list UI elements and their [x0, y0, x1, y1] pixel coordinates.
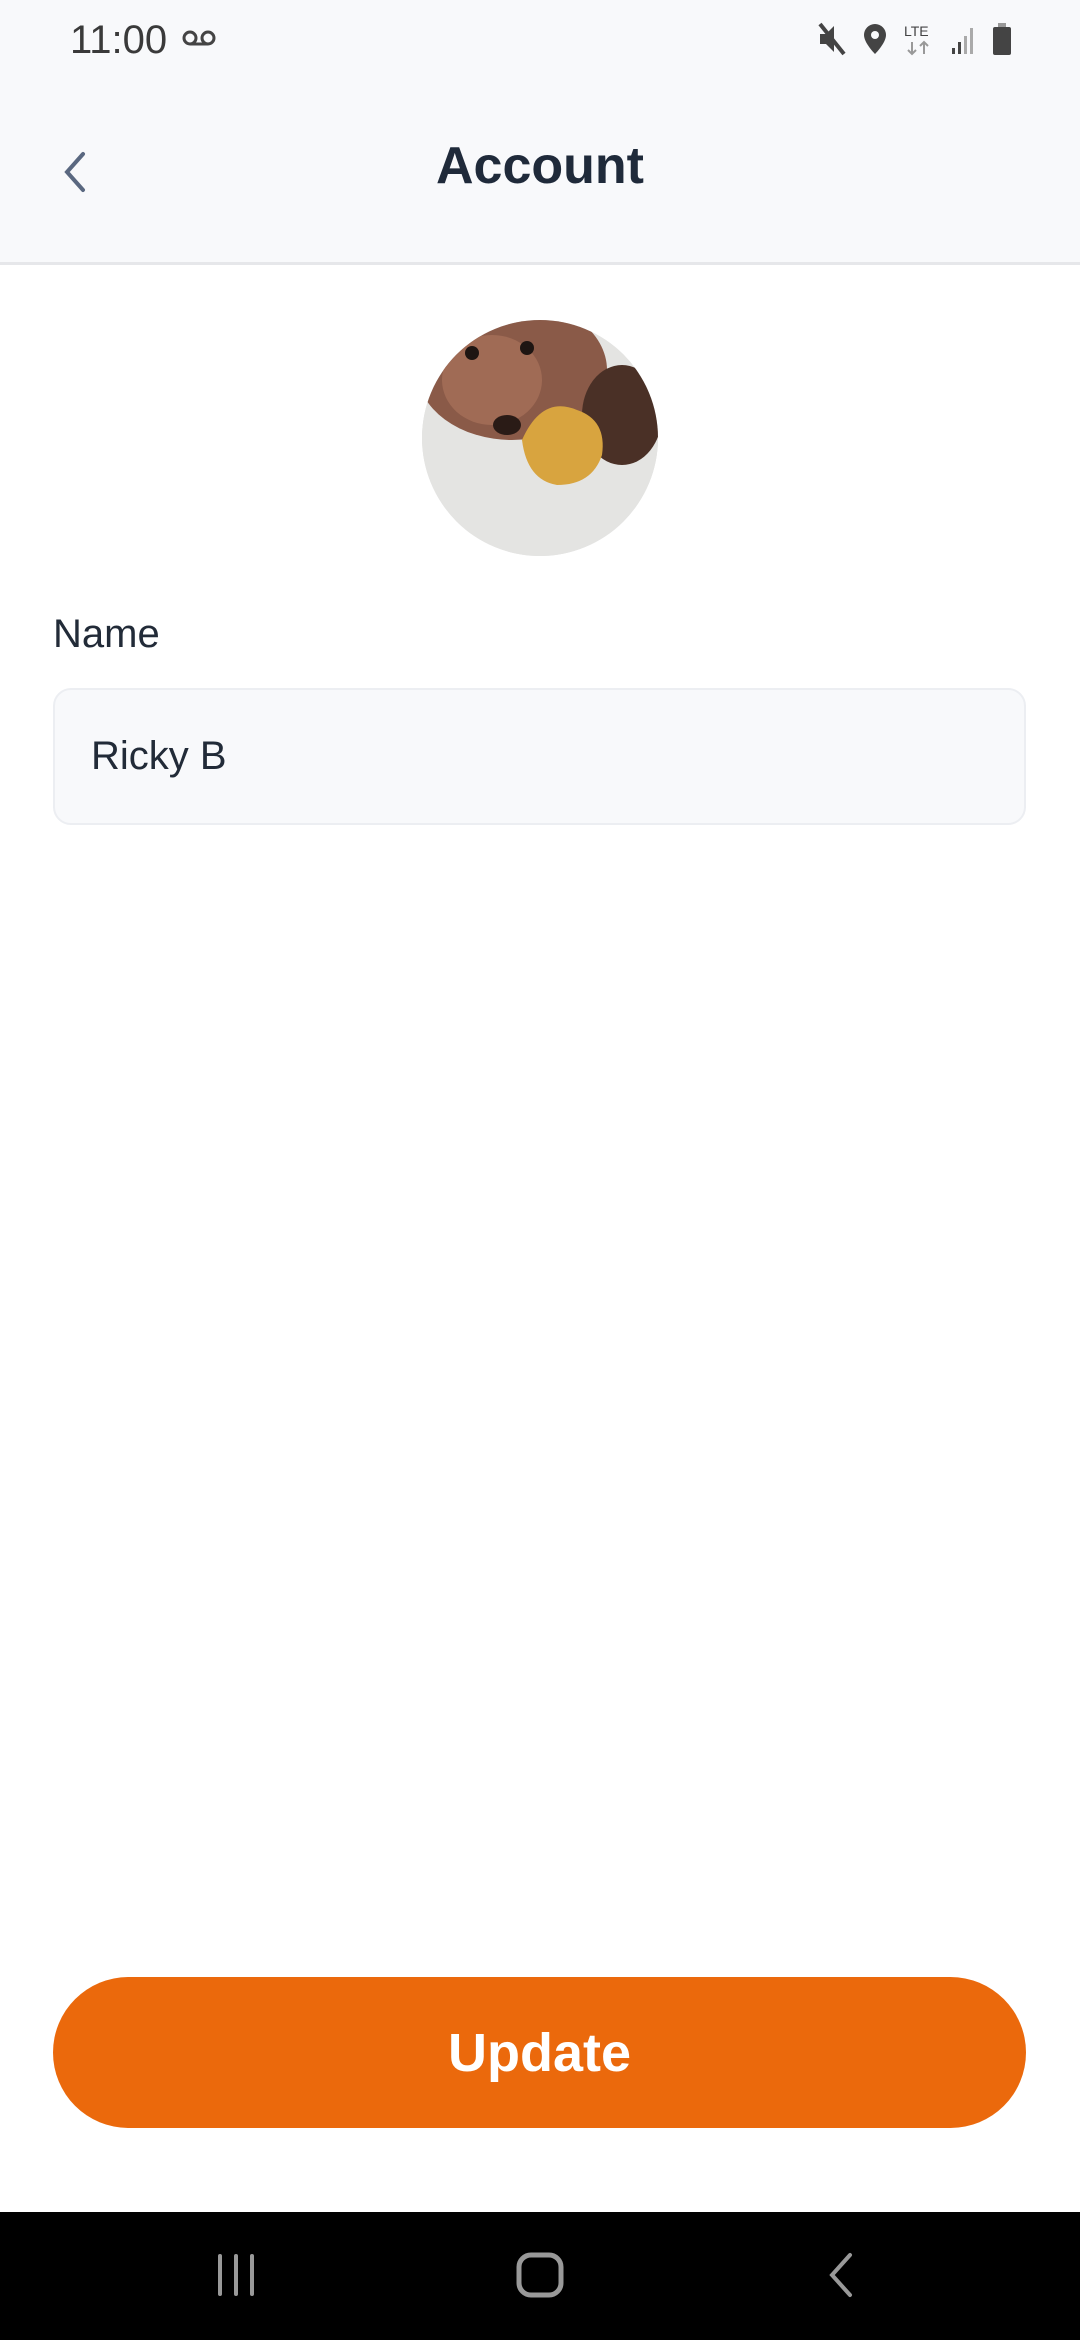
recent-apps-icon[interactable] [216, 2252, 260, 2303]
home-icon[interactable] [516, 2252, 564, 2303]
lte-icon: LTE [904, 23, 929, 56]
lte-label: LTE [904, 23, 929, 39]
location-icon [864, 24, 886, 54]
name-input[interactable]: Ricky B [53, 688, 1026, 825]
dog-photo [422, 320, 658, 556]
status-time: 11:00 [70, 18, 168, 62]
status-bar: 11:00 LTE [0, 0, 1080, 84]
signal-icon [952, 28, 973, 54]
battery-icon [993, 23, 1011, 55]
back-icon[interactable] [826, 2252, 856, 2303]
navigation-bar [0, 2212, 1080, 2340]
voicemail-icon [182, 30, 216, 46]
mute-icon [818, 22, 846, 56]
app-header: Account [0, 84, 1080, 265]
name-label: Name [53, 612, 160, 656]
avatar[interactable] [422, 320, 658, 556]
page-title: Account [436, 137, 644, 195]
update-button[interactable]: Update [53, 1977, 1026, 2128]
